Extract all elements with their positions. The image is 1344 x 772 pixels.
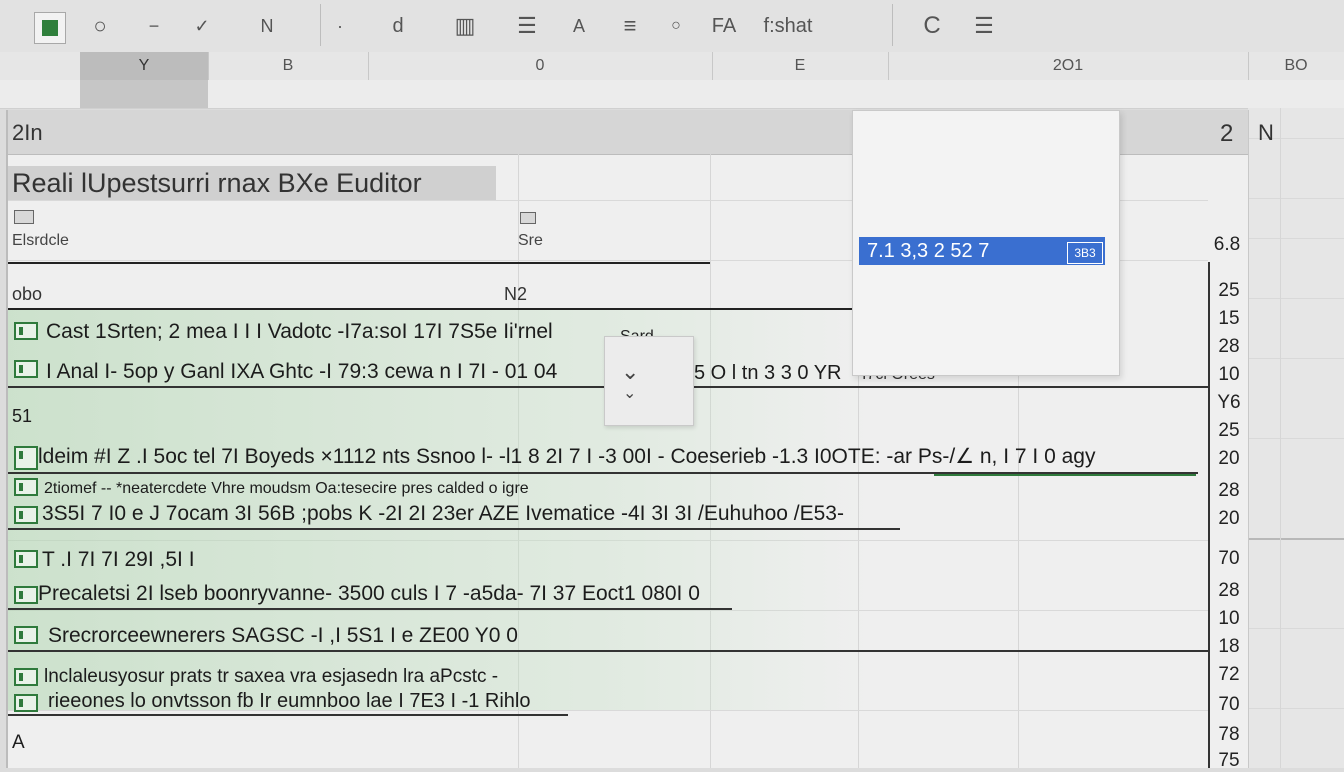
align-icon[interactable]: ≡ [616,8,644,44]
field-label-mid: Sre [518,232,543,249]
zoom-icon[interactable]: C [916,8,948,44]
chevron-down-icon[interactable]: ⌄ [623,383,636,403]
spreadsheet-icon [14,694,38,712]
list-item[interactable]: 3S5I 7 I0 e J 7ocam 3I 56B ;pobs K -2I 2… [42,502,844,526]
column-header-e[interactable]: 2O1 [888,52,1249,80]
number-cell: 75 [1218,750,1240,771]
spreadsheet-icon [14,668,38,686]
number-column: 25 15 28 10 Y6 25 20 28 20 70 28 10 18 7… [1208,262,1248,771]
spreadsheet-icon [14,322,38,340]
number-cell: 10 [1218,608,1240,629]
spreadsheet-icon [14,586,38,604]
spreadsheet-icon [14,360,38,378]
divider [934,474,1196,476]
column-header-row: Y B 0 E 2O1 BO [0,52,1344,81]
format-n-button[interactable]: N [252,8,282,44]
divider [8,528,900,530]
value-popup: 7.1 3,3 2 52 7 3B3 [852,110,1120,376]
fa-button[interactable]: FA [708,8,740,44]
spreadsheet-icon [14,478,38,496]
corner-cell[interactable] [0,52,81,80]
number-cell: 20 [1218,508,1240,529]
number-cell: 28 [1218,580,1240,601]
table-icon[interactable]: ▥ [448,8,482,44]
number-cell: Y6 [1217,392,1241,413]
excel-app-icon[interactable] [34,12,66,44]
list-item[interactable]: A [12,732,25,754]
minus-button[interactable]: − [140,8,168,44]
menu-icon[interactable]: ☰ [968,8,1000,44]
number-cell: 25 [1218,280,1240,301]
selected-cell[interactable] [80,80,208,108]
column-header-b[interactable]: B [208,52,369,80]
number-cell: 10 [1218,364,1240,385]
divider [8,714,568,716]
list-icon[interactable]: ☰ [512,8,542,44]
divider [8,608,732,610]
list-item[interactable]: Precaletsi 2I lseb boonryvanne- 3500 cul… [38,582,700,606]
dialog-header-label: 2In [12,120,43,145]
divider [8,650,1208,652]
ribbon-separator [320,4,321,46]
check-button[interactable]: ✓ [188,8,216,44]
shape-circle-button[interactable]: ○ [84,8,116,44]
number-cell: 20 [1218,448,1240,469]
number-cell: 72 [1218,664,1240,685]
checkbox-mid[interactable] [520,212,536,224]
sheet-grid-right [1248,108,1344,768]
spreadsheet-icon [14,626,38,644]
number-cell: 28 [1218,480,1240,501]
chevron-down-icon[interactable]: ⌄ [621,359,639,385]
column-header-c[interactable]: 0 [368,52,713,80]
number-cell: 25 [1218,420,1240,441]
row-value: 5 O l tn 3 3 0 YR [694,362,842,384]
list-item[interactable]: lnclaleusyosur prats tr saxea vra esjase… [44,666,498,688]
field-label-left: Elsrdcle [12,232,69,249]
ribbon-toolbar: ○ − ✓ N · d ▥ ☰ A ≡ ○ FA f:shat C ☰ [0,0,1344,53]
number-cell: 28 [1218,336,1240,357]
list-item[interactable]: T .I 7I 7I 29I ,5I I [42,548,195,572]
list-item[interactable]: 51 [12,406,32,427]
field-value-left[interactable]: obo [12,284,42,305]
popup-button[interactable]: 3B3 [1067,242,1103,264]
column-header-selected[interactable]: Y [80,52,209,80]
list-item[interactable]: 2tiomef -- *neatercdete Vhre moudsm Oa:t… [44,480,529,498]
list-item[interactable]: rieeones lo onvtsson fb Ir eumnboo lae I… [48,690,531,713]
dropdown-menu: ⌄ ⌄ [604,336,694,426]
number-cell: 15 [1218,308,1240,329]
dot-button[interactable]: · [328,8,352,44]
number-top: 6.8 [1213,234,1241,255]
font-a-button[interactable]: A [566,8,592,44]
checkbox-left[interactable] [14,210,34,224]
number-cell: 70 [1218,548,1240,569]
number-cell: 78 [1218,724,1240,745]
spreadsheet-icon [14,506,38,524]
format-label-button[interactable]: f:shat [752,8,824,44]
divider [8,262,710,264]
spreadsheet-icon [14,550,38,568]
list-item[interactable]: Srecrorceewnerers SAGSC -I ,I 5S1 I e ZE… [48,624,518,648]
dialog-header-count: 2 [1220,120,1234,147]
small-circle-button[interactable]: ○ [664,8,688,44]
list-item[interactable]: ldeim #I Z .I 5oc tel 7I Boyeds ×1112 nt… [38,444,1095,469]
field-value-mid[interactable]: N2 [504,284,527,305]
spreadsheet-icon [14,446,38,470]
dialog-header-flag: N [1258,120,1274,145]
number-cell: 18 [1218,636,1240,657]
column-header-d[interactable]: E [712,52,889,80]
divider [8,308,856,310]
list-item[interactable]: I Anal I- 5op y Ganl IXA Ghtc -I 79:3 ce… [46,360,557,384]
ribbon-separator [892,4,893,46]
number-cell: 70 [1218,694,1240,715]
editor-title: Reali lUpestsurri rnax BXe Euditor [8,166,496,200]
list-item[interactable]: Cast 1Srten; 2 mea I I I Vadotc -I7a:soI… [46,320,553,344]
column-header-f[interactable]: BO [1248,52,1344,80]
font-d-button[interactable]: d [384,8,412,44]
